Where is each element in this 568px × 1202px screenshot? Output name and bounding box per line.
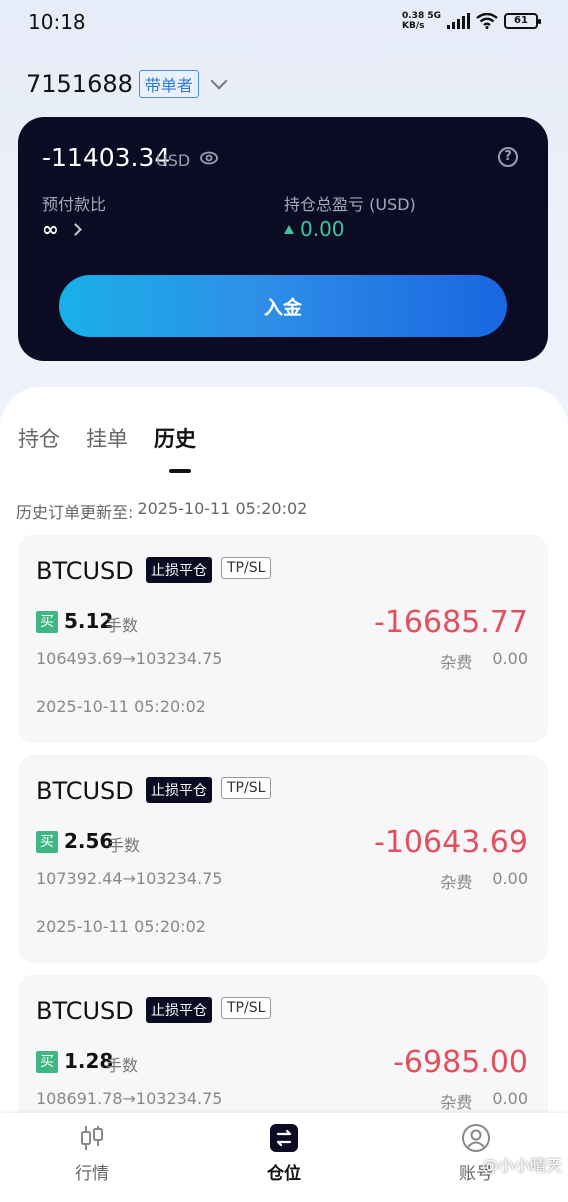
nav-market[interactable]: 行情 bbox=[32, 1123, 152, 1184]
candlestick-icon bbox=[81, 1126, 103, 1150]
balance-unit: USD bbox=[156, 151, 191, 170]
order-prices: 108691.78→103234.75 bbox=[36, 1089, 223, 1108]
triangle-up-icon bbox=[284, 224, 294, 234]
network-speed: 0.38 5G KB/s bbox=[402, 11, 441, 31]
balance-value: -11403.34 bbox=[42, 143, 171, 172]
wifi-icon bbox=[476, 13, 498, 29]
fee-row: 杂费 0.00 bbox=[440, 869, 528, 892]
role-badge: 带单者 bbox=[138, 70, 199, 98]
order-pnl: -16685.77 bbox=[374, 605, 528, 640]
order-symbol: BTCUSD bbox=[36, 777, 134, 805]
fee-row: 杂费 0.00 bbox=[440, 649, 528, 672]
lots-label: 手数 bbox=[108, 836, 141, 855]
nav-positions[interactable]: 仓位 bbox=[224, 1123, 344, 1184]
positions-sheet: 持仓 挂单 历史 历史订单更新至: 2025-10-11 05:20:02 BT… bbox=[0, 387, 568, 1202]
account-selector[interactable]: 7151688 带单者 bbox=[26, 70, 228, 98]
status-icons: 0.38 5G KB/s 61 bbox=[402, 11, 541, 31]
lots-label: 手数 bbox=[106, 616, 139, 635]
chevron-right-icon bbox=[68, 222, 82, 236]
tab-pending[interactable]: 挂单 bbox=[86, 423, 128, 453]
signal-icon bbox=[447, 13, 470, 29]
tpsl-tag: TP/SL bbox=[221, 997, 272, 1019]
prepay-ratio-label: 预付款比 bbox=[42, 195, 107, 214]
tab-positions[interactable]: 持仓 bbox=[18, 423, 60, 453]
order-card[interactable]: BTCUSD 止损平仓 TP/SL 买 2.56 手数 107392.44→10… bbox=[18, 755, 548, 963]
balance-card: -11403.34 USD ? 预付款比 ∞ 持仓总盈亏 (USD) 0.00 … bbox=[18, 117, 548, 361]
side-tag: 买 bbox=[36, 1051, 58, 1073]
side-tag: 买 bbox=[36, 831, 58, 853]
order-symbol: BTCUSD bbox=[36, 997, 134, 1025]
history-updated: 历史订单更新至: 2025-10-11 05:20:02 bbox=[16, 499, 308, 522]
position-pnl-label: 持仓总盈亏 (USD) bbox=[284, 195, 416, 214]
watermark: @小小晴天 bbox=[481, 1156, 562, 1175]
order-symbol: BTCUSD bbox=[36, 557, 134, 585]
tpsl-tag: TP/SL bbox=[221, 557, 272, 579]
close-reason-tag: 止损平仓 bbox=[146, 557, 212, 583]
nav-label: 仓位 bbox=[267, 1164, 301, 1184]
nav-label: 行情 bbox=[75, 1164, 109, 1184]
close-reason-tag: 止损平仓 bbox=[146, 777, 212, 803]
lots-label: 手数 bbox=[106, 1056, 139, 1075]
tab-bar: 持仓 挂单 历史 bbox=[18, 423, 196, 453]
swap-icon bbox=[270, 1124, 298, 1152]
side-tag: 买 bbox=[36, 611, 58, 633]
prepay-ratio-value: ∞ bbox=[42, 217, 59, 241]
battery-icon: 61 bbox=[504, 13, 541, 29]
order-prices: 106493.69→103234.75 bbox=[36, 649, 223, 668]
help-icon[interactable]: ? bbox=[498, 147, 518, 167]
order-pnl: -10643.69 bbox=[374, 825, 528, 860]
status-time: 10:18 bbox=[28, 10, 86, 34]
chevron-down-icon[interactable] bbox=[210, 72, 228, 90]
fee-row: 杂费 0.00 bbox=[440, 1089, 528, 1112]
account-id: 7151688 bbox=[26, 70, 133, 98]
position-pnl-value: 0.00 bbox=[300, 217, 345, 241]
prepay-ratio-link[interactable]: ∞ bbox=[42, 217, 82, 241]
order-card[interactable]: BTCUSD 止损平仓 TP/SL 买 5.12 手数 106493.69→10… bbox=[18, 535, 548, 743]
order-prices: 107392.44→103234.75 bbox=[36, 869, 223, 888]
user-icon bbox=[462, 1124, 490, 1152]
order-time: 2025-10-11 05:20:02 bbox=[36, 917, 206, 936]
order-time: 2025-10-11 05:20:02 bbox=[36, 697, 206, 716]
status-bar: 10:18 0.38 5G KB/s 61 bbox=[0, 0, 568, 44]
order-lots: 2.56 bbox=[64, 829, 114, 853]
close-reason-tag: 止损平仓 bbox=[146, 997, 212, 1023]
tab-indicator bbox=[169, 469, 191, 473]
deposit-button[interactable]: 入金 bbox=[59, 275, 507, 337]
tab-history[interactable]: 历史 bbox=[154, 423, 196, 453]
tpsl-tag: TP/SL bbox=[221, 777, 272, 799]
eye-icon[interactable] bbox=[200, 151, 218, 165]
order-pnl: -6985.00 bbox=[393, 1045, 528, 1080]
position-pnl: 0.00 bbox=[284, 217, 345, 241]
